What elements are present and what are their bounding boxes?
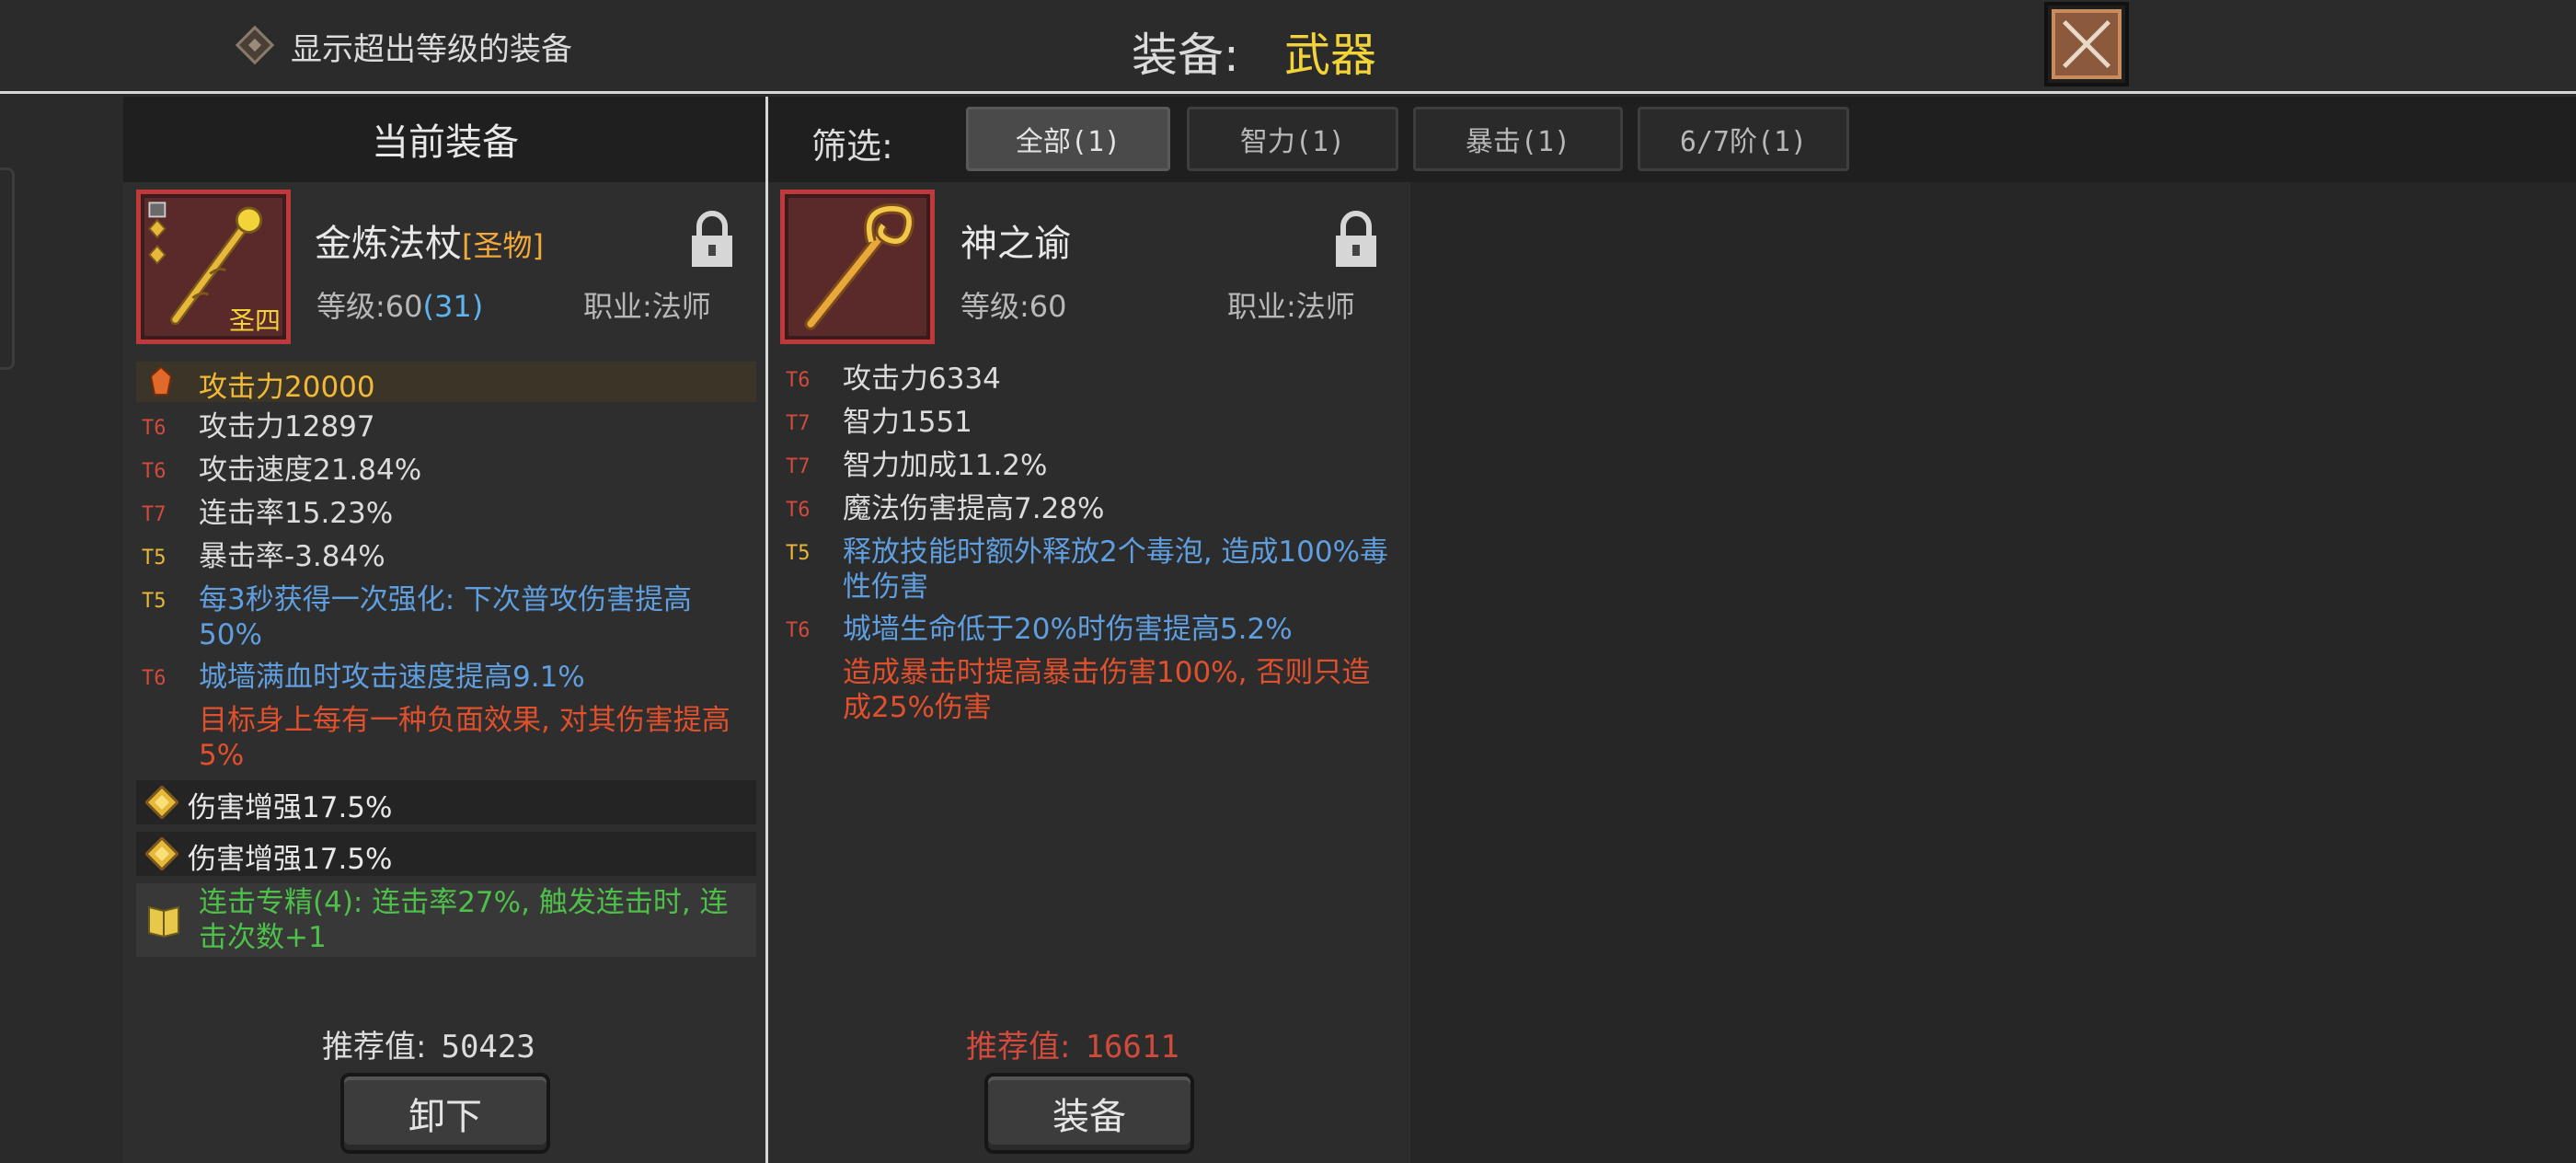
rec-label: 推荐值: [966, 1029, 1071, 1065]
stat-text: 攻击力12897 [199, 410, 375, 443]
stat-text: 智力1551 [843, 406, 972, 439]
stat-text: 释放技能时额外释放2个毒泡, 造成100%毒性伤害 [843, 535, 1389, 604]
yellow-gem-icon [145, 786, 178, 819]
stat-text: 攻击力6334 [843, 363, 1001, 396]
stat-text: 攻击速度21.84% [199, 454, 422, 487]
yellow-gem-icon [145, 837, 178, 870]
gem-text: 伤害增强17.5% [188, 791, 393, 824]
slot-title-label: 装备: [1132, 29, 1239, 82]
rec-value: 16611 [1085, 1029, 1179, 1065]
filter-tab-all[interactable]: 全部(1) [966, 107, 1170, 171]
filter-label: 筛选: [811, 126, 893, 167]
current-item-icon[interactable]: 圣四 [136, 190, 291, 344]
gem-row: 伤害增强17.5% [136, 832, 756, 876]
current-item-name: 金炼法杖 [315, 223, 462, 265]
tier-label: T5 [786, 542, 811, 565]
empty-list-area [1410, 182, 2576, 1163]
orange-gem-icon [151, 367, 171, 396]
tier-label: T5 [142, 547, 167, 570]
side-tab-handle[interactable] [0, 167, 15, 370]
item-badge: 圣四 [228, 305, 281, 336]
unequip-button[interactable]: 卸下 [340, 1073, 550, 1154]
tier-label: T6 [786, 499, 811, 522]
tier-label: T6 [786, 619, 811, 642]
current-item-name-row: 金炼法杖[圣物] [315, 213, 544, 267]
close-icon [2062, 19, 2111, 69]
current-recommend: 推荐值: 50423 [322, 1021, 535, 1066]
current-item-level: 等级:60(31) [316, 283, 483, 326]
tier-label: T7 [786, 455, 811, 478]
set-bonus-row: 连击专精(4): 连击率27%, 触发连击时, 连击次数+1 [136, 883, 756, 957]
main-attribute-text: 攻击力20000 [199, 371, 375, 404]
equip-button[interactable]: 装备 [984, 1073, 1194, 1154]
tier-label: T7 [786, 412, 811, 435]
candidate-item-level: 等级:60 [960, 289, 1067, 324]
stat-text: 每3秒获得一次强化: 下次普攻伤害提高50% [199, 583, 693, 651]
lock-icon[interactable] [688, 210, 736, 269]
filter-tab-intelligence[interactable]: 智力(1) [1187, 107, 1398, 171]
panel-divider [765, 97, 768, 1163]
tier-label: T6 [142, 417, 167, 440]
filter-tab-tier[interactable]: 6/7阶(1) [1638, 107, 1849, 171]
filter-tab-crit[interactable]: 暴击(1) [1413, 107, 1623, 171]
stat-text: 目标身上每有一种负面效果, 对其伤害提高5% [199, 704, 730, 772]
current-item-tag: [圣物] [462, 228, 544, 263]
stat-text: 暴击率-3.84% [199, 540, 385, 573]
tier-label: T6 [142, 667, 167, 690]
top-bar: 显示超出等级的装备 装备: 武器 [0, 0, 2576, 94]
tier-label: T6 [786, 369, 811, 392]
tier-label: T6 [142, 460, 167, 483]
set-bonus-text: 连击专精(4): 连击率27%, 触发连击时, 连击次数+1 [199, 886, 729, 954]
current-item-class: 职业:法师 [583, 289, 711, 324]
stat-text: 城墙满血时攻击速度提高9.1% [199, 661, 585, 694]
level-text: 等级:60 [316, 289, 423, 324]
stat-text: 连击率15.23% [199, 497, 394, 530]
tier-label: T5 [142, 590, 167, 613]
show-overlevel-checkbox[interactable] [235, 25, 275, 65]
book-icon [148, 905, 179, 938]
level-extra: (31) [422, 289, 484, 324]
candidate-item-class: 职业:法师 [1227, 289, 1355, 324]
tier-label: T7 [142, 503, 167, 526]
current-equipment-title: 当前装备 [372, 121, 519, 164]
golden-scepter-icon [804, 203, 914, 330]
candidate-item-name: 神之谕 [960, 223, 1071, 265]
main-attribute-row: 攻击力20000 [136, 362, 756, 404]
stat-text: 造成暴击时提高暴击伤害100%, 否则只造成25%伤害 [843, 656, 1371, 724]
rec-value: 50423 [441, 1029, 535, 1065]
stat-text: 城墙生命低于20%时伤害提高5.2% [843, 613, 1293, 646]
lock-icon[interactable] [1332, 210, 1380, 269]
gem-text: 伤害增强17.5% [188, 843, 393, 876]
show-overlevel-label[interactable]: 显示超出等级的装备 [291, 24, 572, 69]
stat-text: 魔法伤害提高7.28% [843, 492, 1105, 525]
gem-row: 伤害增强17.5% [136, 780, 756, 824]
candidate-item-icon[interactable] [780, 190, 935, 344]
rec-label: 推荐值: [322, 1029, 427, 1065]
close-button[interactable] [2044, 2, 2129, 86]
slot-title-value: 武器 [1284, 29, 1376, 82]
stat-text: 智力加成11.2% [843, 449, 1048, 482]
candidate-recommend: 推荐值: 16611 [966, 1021, 1179, 1066]
